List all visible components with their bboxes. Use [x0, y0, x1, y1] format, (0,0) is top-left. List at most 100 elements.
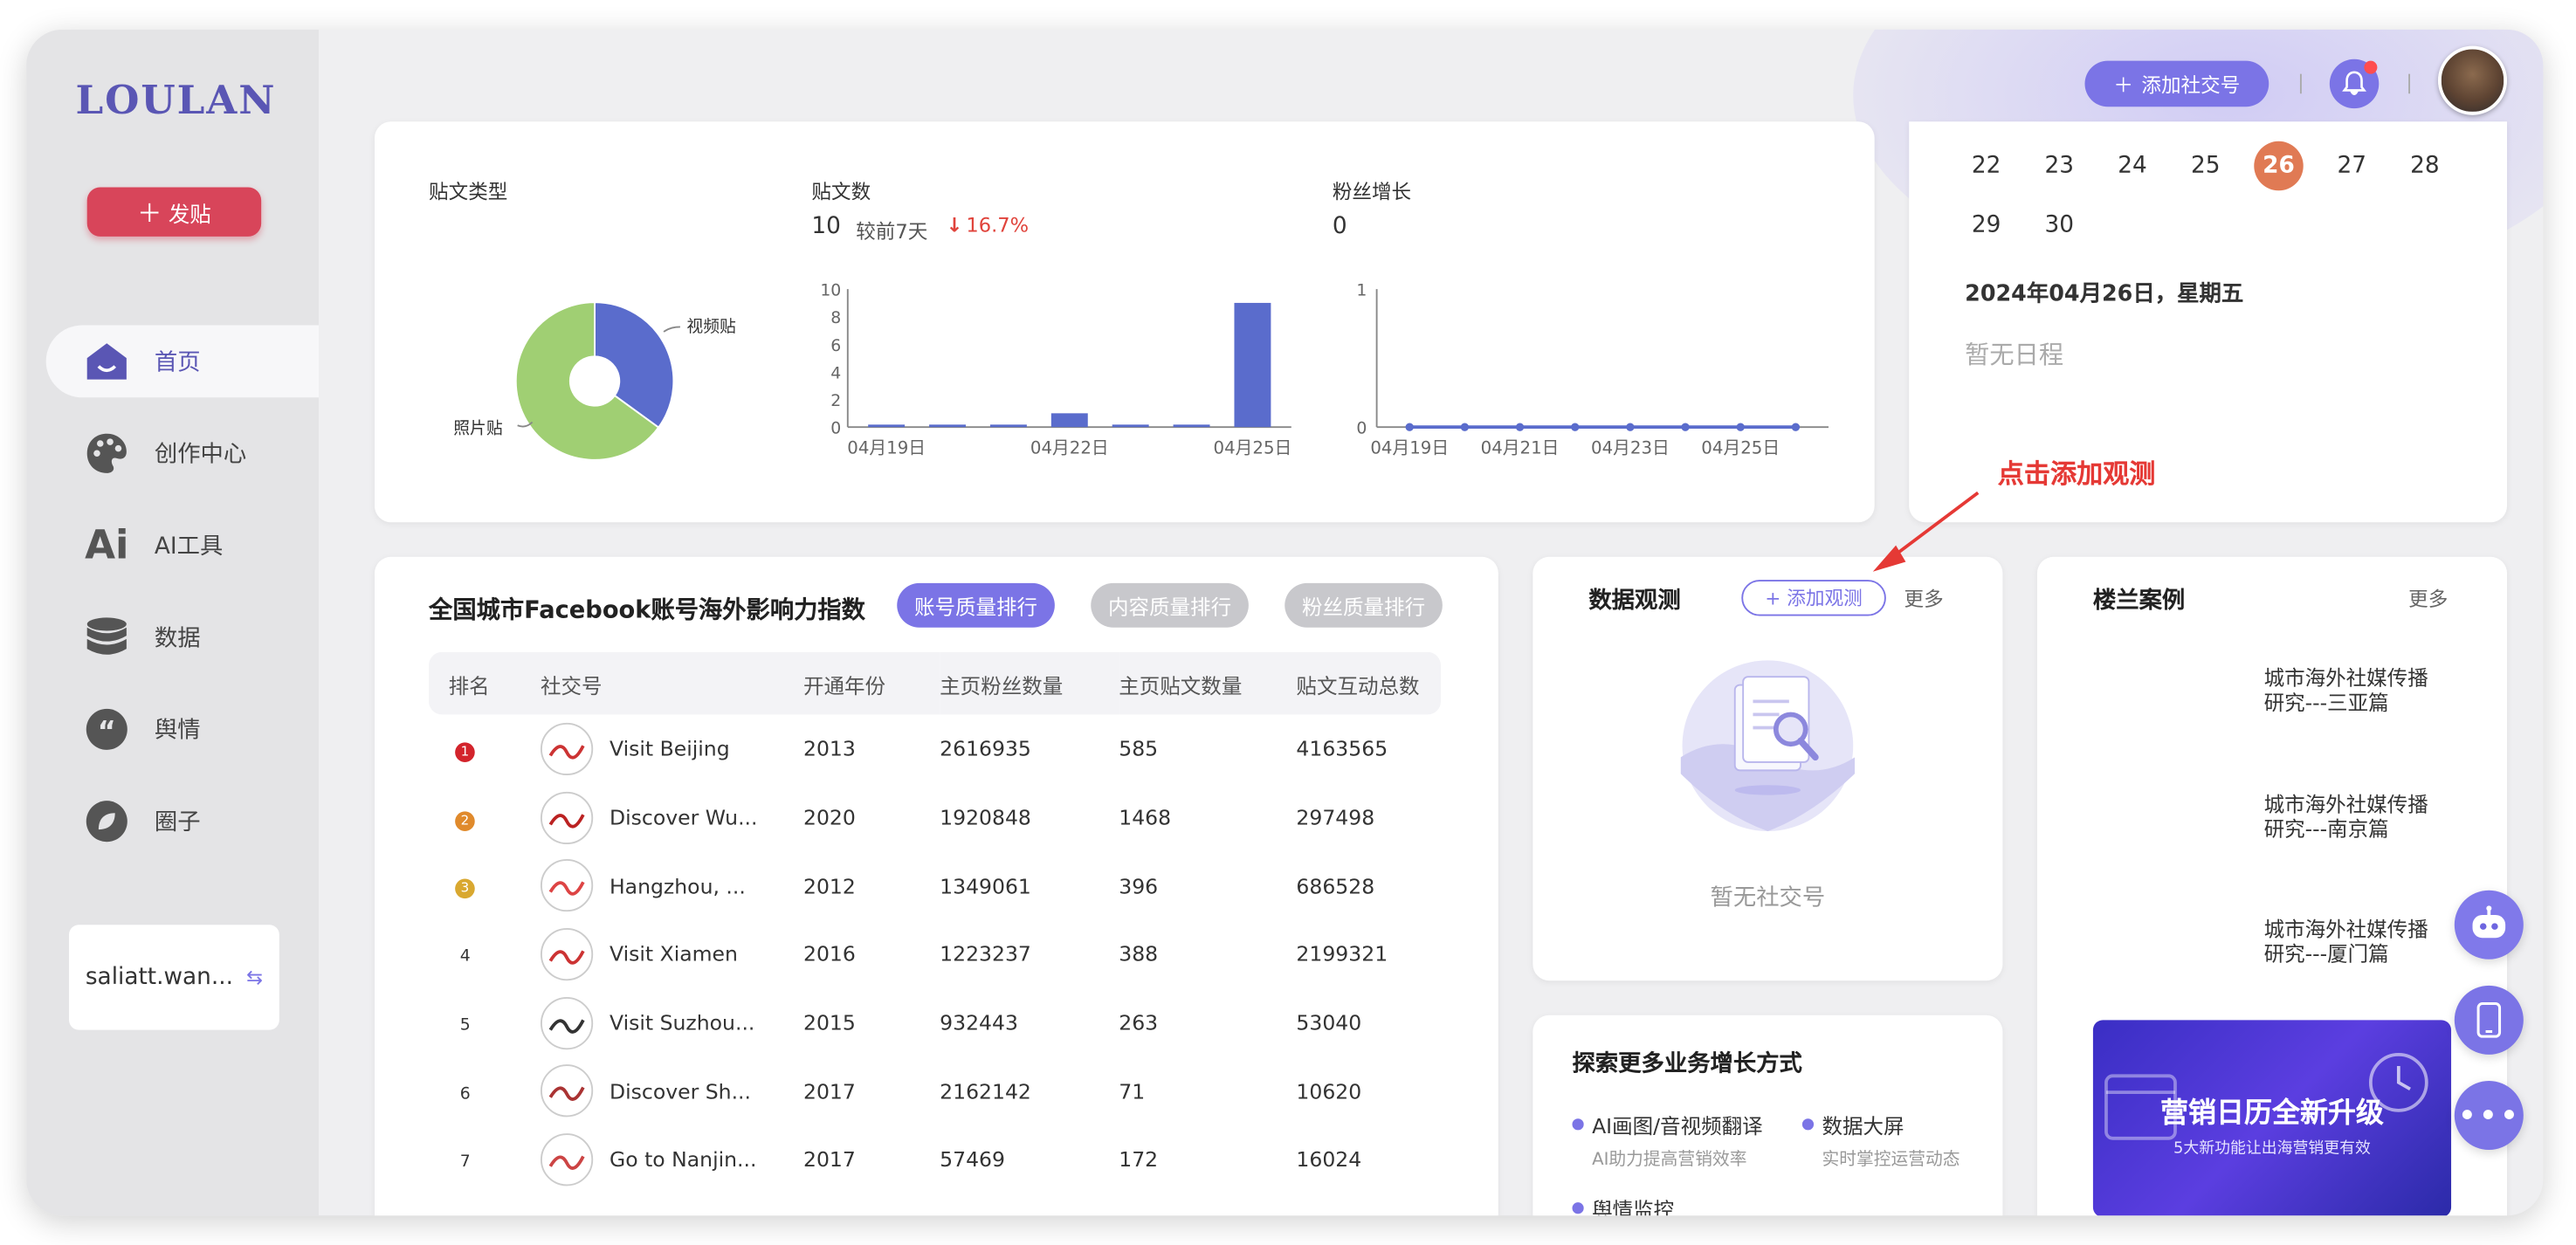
data-point[interactable]	[1681, 423, 1690, 431]
pie-leader-video	[663, 326, 680, 333]
bar[interactable]	[1234, 302, 1271, 428]
sidebar-item-ai[interactable]: Ai AI工具	[46, 509, 319, 581]
account-link[interactable]: Go to Nanjin...	[540, 1133, 803, 1187]
explore-item[interactable]: AI画图/音视频翻译 AI助力提高营销效率	[1572, 1109, 1763, 1171]
calendar-day[interactable]: 22	[1961, 141, 2010, 190]
cases-more-link[interactable]: 更多	[2408, 585, 2448, 613]
account-cell[interactable]: Visit Beijing	[540, 714, 803, 782]
observe-more-link[interactable]: 更多	[1904, 585, 1944, 613]
annotation-text: 点击添加观测	[1997, 457, 2156, 490]
account-cell[interactable]: Go to Nanjin...	[540, 1125, 803, 1193]
table-row[interactable]: 4 Visit Xiamen 2016 1223237 388 2199321	[429, 920, 1441, 988]
mobile-button[interactable]	[2454, 985, 2524, 1055]
data-point[interactable]	[1571, 423, 1580, 431]
bar[interactable]	[1173, 424, 1210, 428]
bar[interactable]	[989, 424, 1027, 428]
new-post-button[interactable]: ＋ 发贴	[86, 187, 262, 237]
database-icon	[86, 616, 128, 659]
sidebar-item-creation[interactable]: 创作中心	[46, 417, 319, 490]
calendar-day[interactable]: 25	[2181, 141, 2230, 190]
data-point[interactable]	[1736, 423, 1745, 431]
bar[interactable]	[1112, 424, 1149, 428]
account-link[interactable]: Discover Sh...	[540, 1064, 803, 1118]
calendar-day[interactable]: 27	[2327, 141, 2376, 190]
posts-cell: 1468	[1119, 804, 1172, 830]
notification-button[interactable]	[2329, 58, 2380, 109]
account-cell[interactable]: Hangzhou, ...	[540, 851, 803, 919]
account-cell[interactable]: Visit Xiamen	[540, 920, 803, 988]
account-switcher[interactable]: saliatt.wan... ⇆	[69, 925, 279, 1030]
account-link[interactable]: Visit Suzhou...	[540, 996, 803, 1049]
table-row[interactable]: 2 Discover Wu... 2020 1920848 1468 297498	[429, 783, 1441, 851]
data-point[interactable]	[1460, 423, 1470, 431]
account-cell[interactable]: Discover Wu...	[540, 783, 803, 851]
bar[interactable]	[868, 424, 906, 428]
calendar-day[interactable]: 28	[2400, 141, 2449, 190]
case-title[interactable]: 城市海外社媒传播研究---南京篇	[2264, 792, 2445, 841]
calendar-day[interactable]: 30	[2035, 201, 2084, 250]
table-row[interactable]: 3 Hangzhou, ... 2012 1349061 396 686528	[429, 851, 1441, 919]
data-point[interactable]	[1626, 423, 1635, 431]
explore-item[interactable]: 舆情监控	[1572, 1193, 1674, 1215]
y-tick-label: 1	[1356, 282, 1367, 300]
phone-icon	[2476, 1002, 2502, 1038]
explore-item[interactable]: 数据大屏 实时掌控运营动态	[1801, 1109, 1960, 1171]
case-title[interactable]: 城市海外社媒传播研究---厦门篇	[2264, 917, 2445, 966]
calendar-day[interactable]: 26	[2254, 141, 2304, 191]
account-link[interactable]: Hangzhou, ...	[540, 859, 803, 912]
calendar-upgrade-banner[interactable]: 营销日历全新升级 5大新功能让出海营销更有效	[2092, 1020, 2452, 1216]
account-cell[interactable]: Visit Suzhou...	[540, 988, 803, 1056]
add-account-button[interactable]: ＋ 添加社交号	[2084, 60, 2269, 107]
y-tick-label: 6	[830, 337, 841, 355]
column-header: 社交号	[540, 651, 804, 715]
avatar[interactable]	[2437, 45, 2508, 115]
sidebar-item-home[interactable]: 首页	[45, 325, 319, 398]
data-point[interactable]	[1791, 423, 1801, 431]
more-options-button[interactable]: •••	[2454, 1080, 2524, 1150]
case-title[interactable]: 城市海外社媒传播研究---三亚篇	[2264, 665, 2445, 714]
add-observe-button[interactable]: + 添加观测	[1741, 580, 1886, 616]
assistant-bot-button[interactable]	[2454, 890, 2524, 960]
table-row[interactable]: 1 Visit Beijing 2013 2616935 585 4163565	[429, 714, 1441, 782]
bar[interactable]	[929, 424, 966, 428]
data-point[interactable]	[1405, 423, 1414, 431]
sidebar-item-sentiment[interactable]: “ 舆情	[46, 693, 319, 766]
case-thumbnail[interactable]: 城市海外社媒传播研究	[2093, 898, 2239, 984]
case-thumbnail-title: 城市海外社媒传播研究	[2108, 678, 2224, 692]
data-point[interactable]	[1515, 423, 1525, 431]
sidebar-item-label: AI工具	[154, 533, 224, 561]
app-logo[interactable]: LOULAN	[76, 76, 277, 124]
account-cell[interactable]: Discover Sh...	[540, 1057, 803, 1125]
table-row[interactable]: 7 Go to Nanjin... 2017 57469 172 16024	[429, 1125, 1441, 1193]
tab-fans-quality[interactable]: 粉丝质量排行	[1285, 582, 1443, 628]
switch-icon[interactable]: ⇆	[246, 966, 263, 988]
annotation-arrow	[1872, 491, 1980, 572]
account-name: Visit Beijing	[609, 736, 730, 761]
sidebar-item-circle[interactable]: 圈子	[46, 785, 319, 857]
calendar-day[interactable]: 23	[2035, 141, 2084, 190]
account-link[interactable]: Discover Wu...	[540, 790, 803, 844]
tab-content-quality[interactable]: 内容质量排行	[1091, 582, 1249, 628]
table-header-row: 排名 社交号 开通年份 主页粉丝数量 主页贴文数量 贴文互动总数	[429, 651, 1441, 715]
bar[interactable]	[1050, 413, 1088, 428]
fans-cell: 1349061	[940, 873, 1031, 898]
divider	[2299, 73, 2302, 94]
sidebar-item-data[interactable]: 数据	[46, 602, 319, 674]
case-thumbnail[interactable]: 城市海外社媒传播研究	[2093, 647, 2239, 733]
cases-title: 楼兰案例	[2092, 588, 2186, 615]
table-row[interactable]: 5 Visit Suzhou... 2015 932443 263 53040	[429, 988, 1441, 1056]
y-tick-label: 0	[830, 420, 841, 438]
case-thumbnail[interactable]: 城市海外社媒传播研究	[2093, 774, 2239, 859]
calendar-day[interactable]: 24	[2108, 141, 2157, 190]
calendar-day[interactable]: 29	[1961, 201, 2010, 250]
fans-title: 粉丝增长	[1332, 180, 1412, 204]
y-tick-label: 8	[830, 309, 841, 327]
data-observe-card: 数据观测 + 添加观测 更多 暂无社交号	[1533, 556, 2003, 981]
fans-cell: 57469	[940, 1147, 1005, 1173]
table-row[interactable]: 6 Discover Sh... 2017 2162142 71 10620	[429, 1057, 1441, 1125]
account-link[interactable]: Visit Xiamen	[540, 927, 803, 981]
account-link[interactable]: Visit Beijing	[540, 722, 803, 775]
tab-account-quality[interactable]: 账号质量排行	[897, 582, 1055, 628]
fans-cell: 932443	[940, 1010, 1018, 1035]
post-count-change: ↓ 16.7%	[947, 214, 1029, 237]
